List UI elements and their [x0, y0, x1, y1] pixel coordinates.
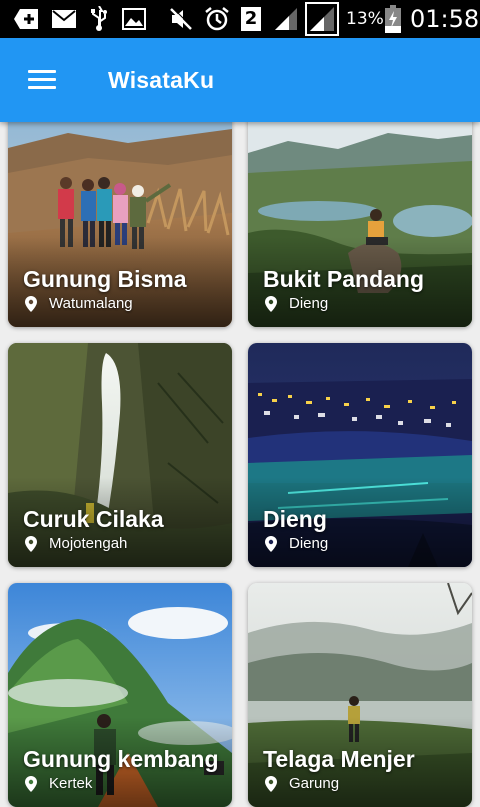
location-pin-icon	[25, 295, 37, 312]
destination-card[interactable]: Curuk Cilaka Mojotengah	[8, 343, 232, 567]
destination-card[interactable]: Gunung Bisma Watumalang	[8, 103, 232, 327]
location-pin-icon	[265, 295, 277, 312]
usb-icon	[88, 0, 110, 38]
destination-location: Dieng	[265, 295, 328, 312]
destination-name: Gunung Bisma	[23, 266, 187, 292]
destination-card[interactable]: Telaga Menjer Garung	[248, 583, 472, 807]
location-label: Mojotengah	[49, 535, 128, 552]
location-pin-icon	[265, 775, 277, 792]
location-label: Dieng	[289, 535, 329, 552]
location-label: Watumalang	[49, 295, 133, 312]
signal-boxed-icon	[304, 0, 340, 38]
location-label: Garung	[289, 775, 340, 792]
destination-name: Telaga Menjer	[263, 746, 415, 772]
hamburger-menu-icon[interactable]	[22, 62, 62, 98]
destination-location: Kertek	[25, 775, 92, 792]
battery-icon	[384, 0, 402, 38]
sim-number: 2	[241, 7, 261, 31]
alarm-icon	[202, 0, 232, 38]
email-icon	[50, 0, 78, 38]
battery-percent: 13%	[346, 9, 384, 29]
location-pin-icon	[25, 535, 37, 552]
mute-icon	[168, 0, 194, 38]
location-pin-icon	[25, 775, 37, 792]
location-label: Dieng	[289, 295, 329, 312]
app-title: WisataKu	[108, 67, 215, 93]
sim-2-icon: 2	[240, 0, 262, 38]
destination-name: Gunung kembang	[23, 746, 219, 772]
destination-name: Dieng	[263, 506, 327, 532]
destination-card[interactable]: Dieng Dieng	[248, 343, 472, 567]
app-bar: WisataKu	[0, 38, 480, 122]
destination-name: Bukit Pandang	[263, 266, 425, 292]
add-box-icon	[12, 0, 42, 38]
destination-location: Mojotengah	[25, 535, 127, 552]
destination-location: Dieng	[265, 535, 328, 552]
signal-icon	[272, 0, 300, 38]
destination-location: Garung	[265, 775, 339, 792]
image-icon	[120, 0, 148, 38]
destination-name: Curuk Cilaka	[23, 506, 164, 532]
destination-card[interactable]: Bukit Pandang Dieng	[248, 103, 472, 327]
location-pin-icon	[265, 535, 277, 552]
destination-location: Watumalang	[25, 295, 133, 312]
location-label: Kertek	[49, 775, 93, 792]
status-bar: 2 13% 01:58	[0, 0, 480, 38]
clock: 01:58	[410, 5, 480, 33]
destination-card[interactable]: Gunung kembang Kertek	[8, 583, 232, 807]
